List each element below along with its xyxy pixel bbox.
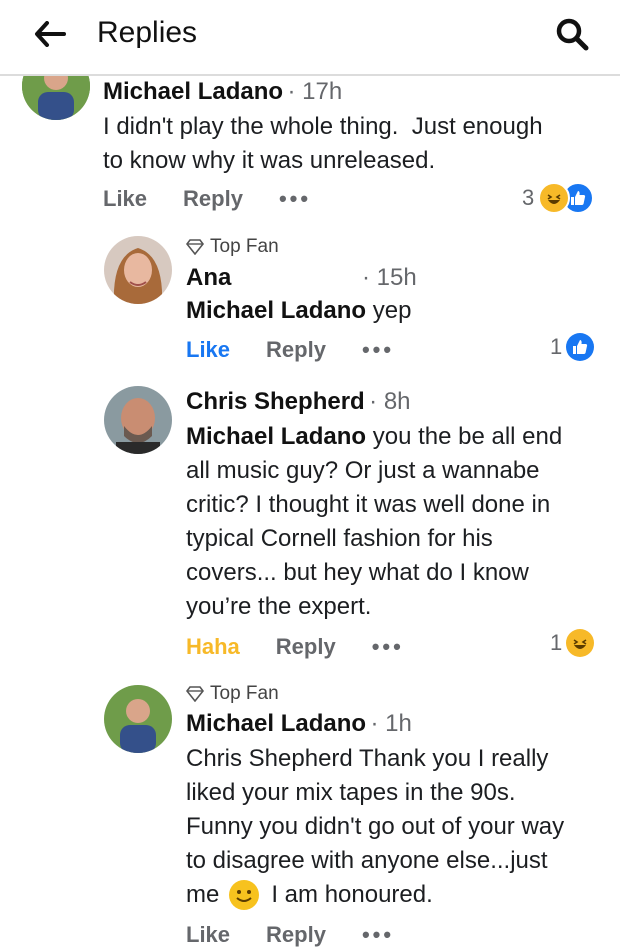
- comment-line: I didn't play the whole thing. Just enou…: [103, 113, 543, 140]
- comment-time[interactable]: 17h: [302, 78, 342, 105]
- reply-button[interactable]: Reply: [266, 337, 326, 363]
- separator: ·: [362, 264, 377, 291]
- diamond-icon: [186, 686, 204, 702]
- comment-time[interactable]: 15h: [377, 264, 417, 291]
- comment-time[interactable]: 8h: [384, 388, 411, 415]
- more-options-button[interactable]: •••: [362, 337, 394, 363]
- back-button[interactable]: [28, 14, 72, 54]
- comment-chris: Chris Shepherd · 8h Michael Ladano you t…: [0, 380, 620, 675]
- comment-time[interactable]: 1h: [385, 710, 412, 737]
- reaction-summary[interactable]: 1: [550, 629, 595, 657]
- comment-line: to know why it was unreleased.: [103, 147, 436, 174]
- more-options-button[interactable]: •••: [362, 922, 394, 948]
- top-fan-badge: Top Fan: [186, 683, 279, 705]
- comment-actions: Like Reply •••: [186, 922, 394, 948]
- top-fan-badge: Top Fan: [186, 236, 279, 258]
- reaction-summary[interactable]: 3: [522, 182, 595, 214]
- smile-emoji-icon: [229, 880, 260, 910]
- comment-line: Funny you didn't go out of your way: [186, 813, 565, 840]
- reply-button[interactable]: Reply: [266, 922, 326, 948]
- badge-label: Top Fan: [210, 683, 279, 704]
- diamond-icon: [186, 239, 204, 255]
- comment-author[interactable]: Ana: [186, 264, 231, 291]
- comment-actions: Like Reply •••: [103, 186, 311, 212]
- haha-reaction-icon: [538, 182, 571, 214]
- comment-line: Chris Shepherd Thank you I really: [186, 745, 549, 772]
- more-options-button[interactable]: •••: [372, 634, 404, 660]
- reaction-count: 3: [522, 185, 535, 210]
- reply-button[interactable]: Reply: [183, 186, 243, 212]
- reaction-count: 1: [550, 630, 563, 655]
- comment-line: me: [186, 881, 220, 908]
- search-icon: [556, 18, 589, 51]
- comment-line: you the be all end: [366, 423, 563, 450]
- avatar[interactable]: [104, 236, 172, 304]
- reaction-count: 1: [550, 334, 563, 359]
- comment-line: typical Cornell fashion for his: [186, 525, 493, 552]
- like-reaction-icon: [566, 333, 595, 361]
- comment-actions: Haha Reply •••: [186, 634, 404, 660]
- haha-reaction-icon: [566, 629, 595, 657]
- comment-line: I am honoured.: [271, 881, 433, 908]
- avatar[interactable]: [104, 386, 172, 454]
- separator: ·: [287, 78, 303, 105]
- more-options-button[interactable]: •••: [279, 186, 311, 212]
- reaction-summary[interactable]: 1: [550, 333, 595, 361]
- page-title: Replies: [97, 16, 198, 49]
- haha-button[interactable]: Haha: [186, 634, 240, 660]
- separator: ·: [370, 710, 386, 737]
- like-button[interactable]: Like: [186, 922, 230, 948]
- comment-line: to disagree with anyone else...just: [186, 847, 548, 874]
- comment-actions: Like Reply •••: [186, 337, 394, 363]
- comment-line: critic? I thought it was well done in: [186, 491, 551, 518]
- separator: ·: [369, 388, 384, 415]
- comment-line: all music guy? Or just a wannabe: [186, 457, 540, 484]
- search-button[interactable]: [548, 12, 596, 56]
- reply-button[interactable]: Reply: [276, 634, 336, 660]
- like-button[interactable]: Like: [103, 186, 147, 212]
- comment-line: covers... but hey what do I know: [186, 559, 529, 586]
- comment-ana: Top Fan Ana · 15h Michael Ladano yep Lik…: [0, 230, 620, 380]
- avatar[interactable]: [104, 685, 172, 753]
- comment-text: I didn't play the whole thing. Just enou…: [103, 110, 603, 178]
- comment-line: yep: [372, 297, 412, 324]
- comment-author[interactable]: Michael Ladano: [186, 710, 366, 737]
- comment-author[interactable]: Michael Ladano: [103, 78, 283, 105]
- comment-line: liked your mix tapes in the 90s.: [186, 779, 516, 806]
- comment-text: Michael Ladano you the be all end all mu…: [186, 420, 606, 624]
- comment-author[interactable]: Chris Shepherd: [186, 388, 365, 415]
- mention-link[interactable]: Michael Ladano: [186, 297, 366, 324]
- comment-michael-2: Top Fan Michael Ladano · 1h Chris Shephe…: [0, 675, 620, 952]
- like-button[interactable]: Like: [186, 337, 230, 363]
- arrow-left-icon: [35, 21, 66, 47]
- comment-text: Michael Ladano yep: [186, 294, 606, 328]
- mention-link[interactable]: Michael Ladano: [186, 423, 366, 450]
- comment-text: Chris Shepherd Thank you I really liked …: [186, 742, 606, 912]
- top-bar: Replies: [0, 0, 620, 76]
- comment-line: you’re the expert.: [186, 593, 372, 620]
- badge-label: Top Fan: [210, 236, 279, 257]
